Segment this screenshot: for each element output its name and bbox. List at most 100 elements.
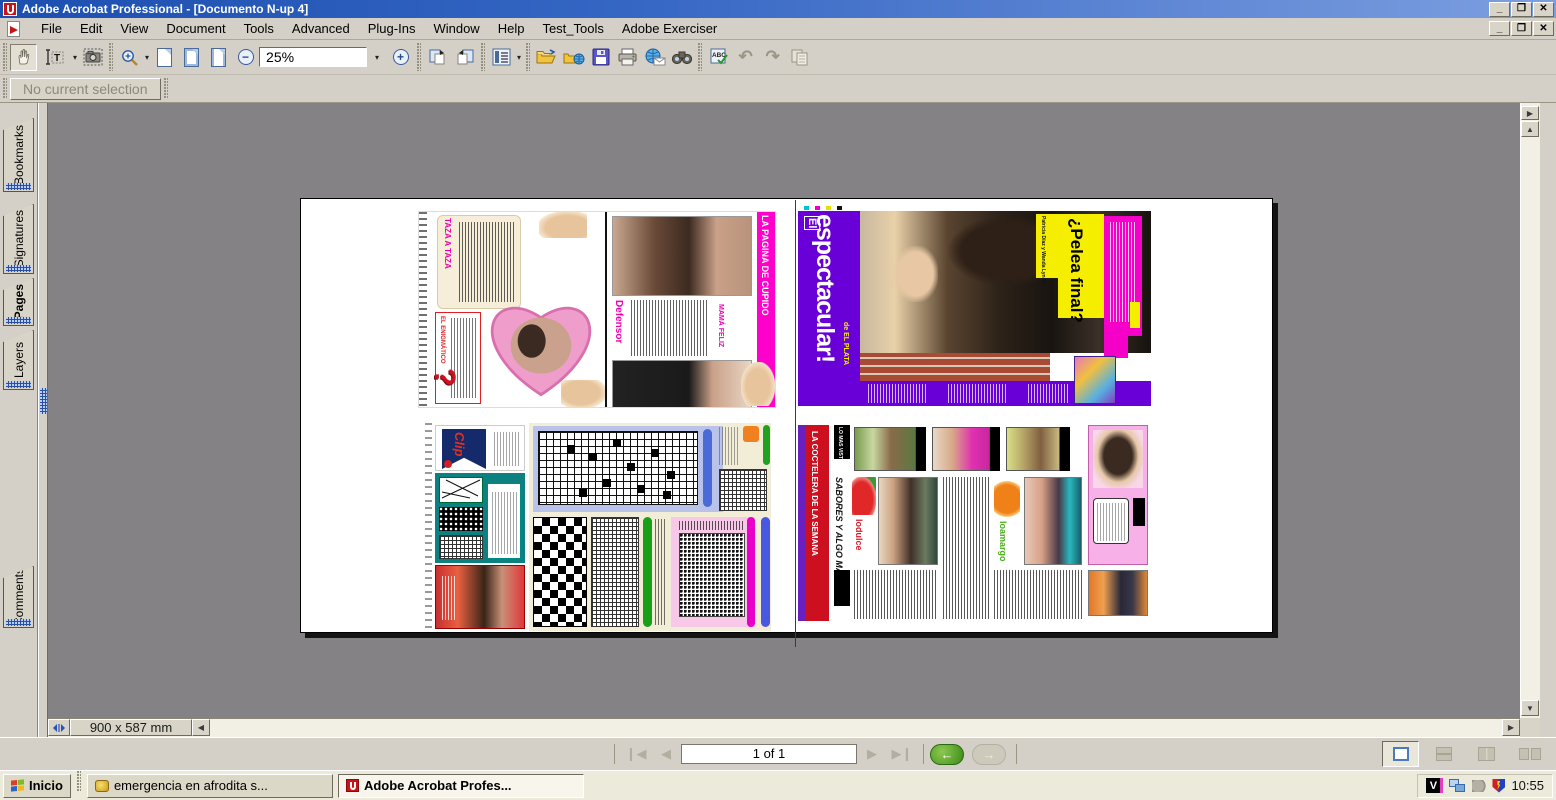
snapshot-tool-button[interactable] bbox=[79, 44, 106, 71]
restore-button[interactable]: ❐ bbox=[1511, 2, 1532, 17]
scroll-right-button[interactable]: ▶ bbox=[1502, 719, 1520, 736]
rules-box bbox=[487, 483, 521, 559]
horizontal-scrollbar[interactable]: 900 x 587 mm ◀ ▶ bbox=[48, 718, 1520, 737]
copy-button[interactable] bbox=[786, 44, 813, 71]
scroll-up-button[interactable]: ▲ bbox=[1521, 121, 1539, 137]
fit-page-button[interactable] bbox=[178, 44, 205, 71]
title-bar: Adobe Acrobat Professional - [Documento … bbox=[0, 0, 1556, 18]
open-button[interactable] bbox=[533, 44, 560, 71]
spellcheck-button[interactable]: ABC bbox=[705, 44, 732, 71]
redo-button[interactable]: ↷ bbox=[759, 44, 786, 71]
orange-art bbox=[994, 477, 1020, 517]
toolbar-grip[interactable] bbox=[164, 78, 168, 99]
previous-page-button[interactable]: ◀ bbox=[651, 746, 681, 762]
task-list-button[interactable] bbox=[488, 44, 515, 71]
continuous-layout-button[interactable] bbox=[1425, 741, 1462, 767]
continuous-facing-layout-button[interactable] bbox=[1468, 741, 1505, 767]
camera-icon bbox=[83, 48, 103, 66]
menu-view[interactable]: View bbox=[111, 19, 157, 38]
tab-grip bbox=[6, 381, 31, 388]
open-web-page-button[interactable] bbox=[560, 44, 587, 71]
page-arrow-icon bbox=[428, 48, 448, 66]
vertical-scrollbar[interactable]: ▶ ▲ ▼ bbox=[1520, 103, 1540, 718]
task-emergencia[interactable]: emergencia en afrodita s... bbox=[87, 774, 333, 798]
zoom-in-button[interactable]: + bbox=[387, 44, 414, 71]
sidebar-tab-pages[interactable]: Pages bbox=[3, 278, 34, 326]
dulce-text-col bbox=[943, 477, 989, 619]
toolbar-grip[interactable] bbox=[417, 43, 421, 71]
sidebar-tab-comments[interactable]: Comments bbox=[3, 566, 34, 628]
facing-layout-button[interactable] bbox=[1511, 741, 1548, 767]
first-page-button[interactable]: ❙◀ bbox=[621, 746, 651, 762]
sidebar-tab-layers[interactable]: Layers bbox=[3, 330, 34, 390]
task-acrobat[interactable]: Adobe Acrobat Profes... bbox=[338, 774, 584, 798]
zoom-tool-dropdown[interactable]: ▾ bbox=[145, 53, 149, 62]
sidebar-tab-signatures[interactable]: Signatures bbox=[3, 204, 34, 274]
previous-view-nav-button[interactable]: ← bbox=[930, 744, 964, 765]
sidebar-tab-bookmarks[interactable]: Bookmarks bbox=[3, 118, 34, 192]
next-view-button[interactable] bbox=[451, 44, 478, 71]
menu-test-tools[interactable]: Test_Tools bbox=[533, 19, 612, 38]
scroll-left-button[interactable]: ◀ bbox=[192, 719, 210, 736]
menu-help[interactable]: Help bbox=[489, 19, 534, 38]
single-page-layout-button[interactable] bbox=[1382, 741, 1419, 767]
block-crossword bbox=[533, 517, 587, 627]
email-button[interactable] bbox=[641, 44, 668, 71]
toolbar-grip[interactable] bbox=[3, 43, 7, 71]
toolbar-grip[interactable] bbox=[526, 43, 530, 71]
zoom-level-dropdown[interactable]: ▾ bbox=[375, 53, 379, 62]
tray-shield-icon[interactable] bbox=[1492, 779, 1505, 793]
search-button[interactable] bbox=[668, 44, 695, 71]
save-button[interactable] bbox=[587, 44, 614, 71]
task-list-dropdown[interactable]: ▾ bbox=[517, 53, 521, 62]
hscroll-track[interactable] bbox=[210, 719, 1502, 737]
previous-view-button[interactable] bbox=[424, 44, 451, 71]
zoom-out-button[interactable]: − bbox=[232, 44, 259, 71]
tray-network-icon[interactable] bbox=[1449, 779, 1466, 793]
close-button[interactable]: ✕ bbox=[1533, 2, 1554, 17]
menu-window[interactable]: Window bbox=[424, 19, 488, 38]
minimize-button[interactable]: _ bbox=[1489, 2, 1510, 17]
menu-advanced[interactable]: Advanced bbox=[283, 19, 359, 38]
tray-v-icon[interactable]: V bbox=[1426, 778, 1443, 793]
splitter-handle[interactable] bbox=[40, 388, 47, 414]
fit-width-icon bbox=[211, 48, 226, 67]
menu-plugins[interactable]: Plug-Ins bbox=[359, 19, 425, 38]
select-text-tool-button[interactable]: T bbox=[37, 44, 71, 71]
toolbar-grip[interactable] bbox=[109, 43, 113, 71]
toolbar-grip[interactable] bbox=[698, 43, 702, 71]
fit-width-button[interactable] bbox=[205, 44, 232, 71]
menu-adobe-exerciser[interactable]: Adobe Exerciser bbox=[613, 19, 726, 38]
tray-clock[interactable]: 10:55 bbox=[1511, 778, 1544, 793]
select-tool-dropdown[interactable]: ▾ bbox=[73, 53, 77, 62]
taskbar-grip bbox=[77, 771, 81, 791]
start-button[interactable]: Inicio bbox=[3, 774, 71, 798]
last-page-button[interactable]: ▶❙ bbox=[887, 746, 917, 762]
split-view-button[interactable] bbox=[48, 719, 70, 736]
document-canvas[interactable]: TAZA A TAZA EL ENIGMÁTICO ? Defensor MAM… bbox=[48, 103, 1520, 718]
pane-splitter[interactable] bbox=[38, 103, 48, 740]
page-number-field[interactable]: 1 of 1 bbox=[681, 744, 857, 764]
scroll-down-button[interactable]: ▼ bbox=[1521, 700, 1539, 716]
menu-document[interactable]: Document bbox=[157, 19, 234, 38]
hand-tool-button[interactable] bbox=[10, 44, 37, 71]
doc-close-button[interactable]: ✕ bbox=[1533, 21, 1554, 36]
menu-file[interactable]: File bbox=[32, 19, 71, 38]
toolbar-grip[interactable] bbox=[3, 78, 7, 99]
menu-tools[interactable]: Tools bbox=[235, 19, 283, 38]
doc-minimize-button[interactable]: _ bbox=[1489, 21, 1510, 36]
doc-restore-button[interactable]: ❐ bbox=[1511, 21, 1532, 36]
number-grid-top bbox=[719, 469, 767, 511]
next-view-nav-button[interactable]: → bbox=[972, 744, 1006, 765]
print-button[interactable] bbox=[614, 44, 641, 71]
zoom-in-tool-button[interactable] bbox=[116, 44, 143, 71]
undo-button[interactable]: ↶ bbox=[732, 44, 759, 71]
taza-title: TAZA A TAZA bbox=[443, 218, 452, 269]
pane-toggle-button[interactable]: ▶ bbox=[1521, 106, 1539, 120]
actual-size-button[interactable] bbox=[151, 44, 178, 71]
next-page-button[interactable]: ▶ bbox=[857, 746, 887, 762]
tray-speaker-icon[interactable] bbox=[1472, 780, 1486, 792]
toolbar-grip[interactable] bbox=[481, 43, 485, 71]
menu-edit[interactable]: Edit bbox=[71, 19, 111, 38]
zoom-level-box[interactable]: 25% bbox=[259, 47, 367, 67]
